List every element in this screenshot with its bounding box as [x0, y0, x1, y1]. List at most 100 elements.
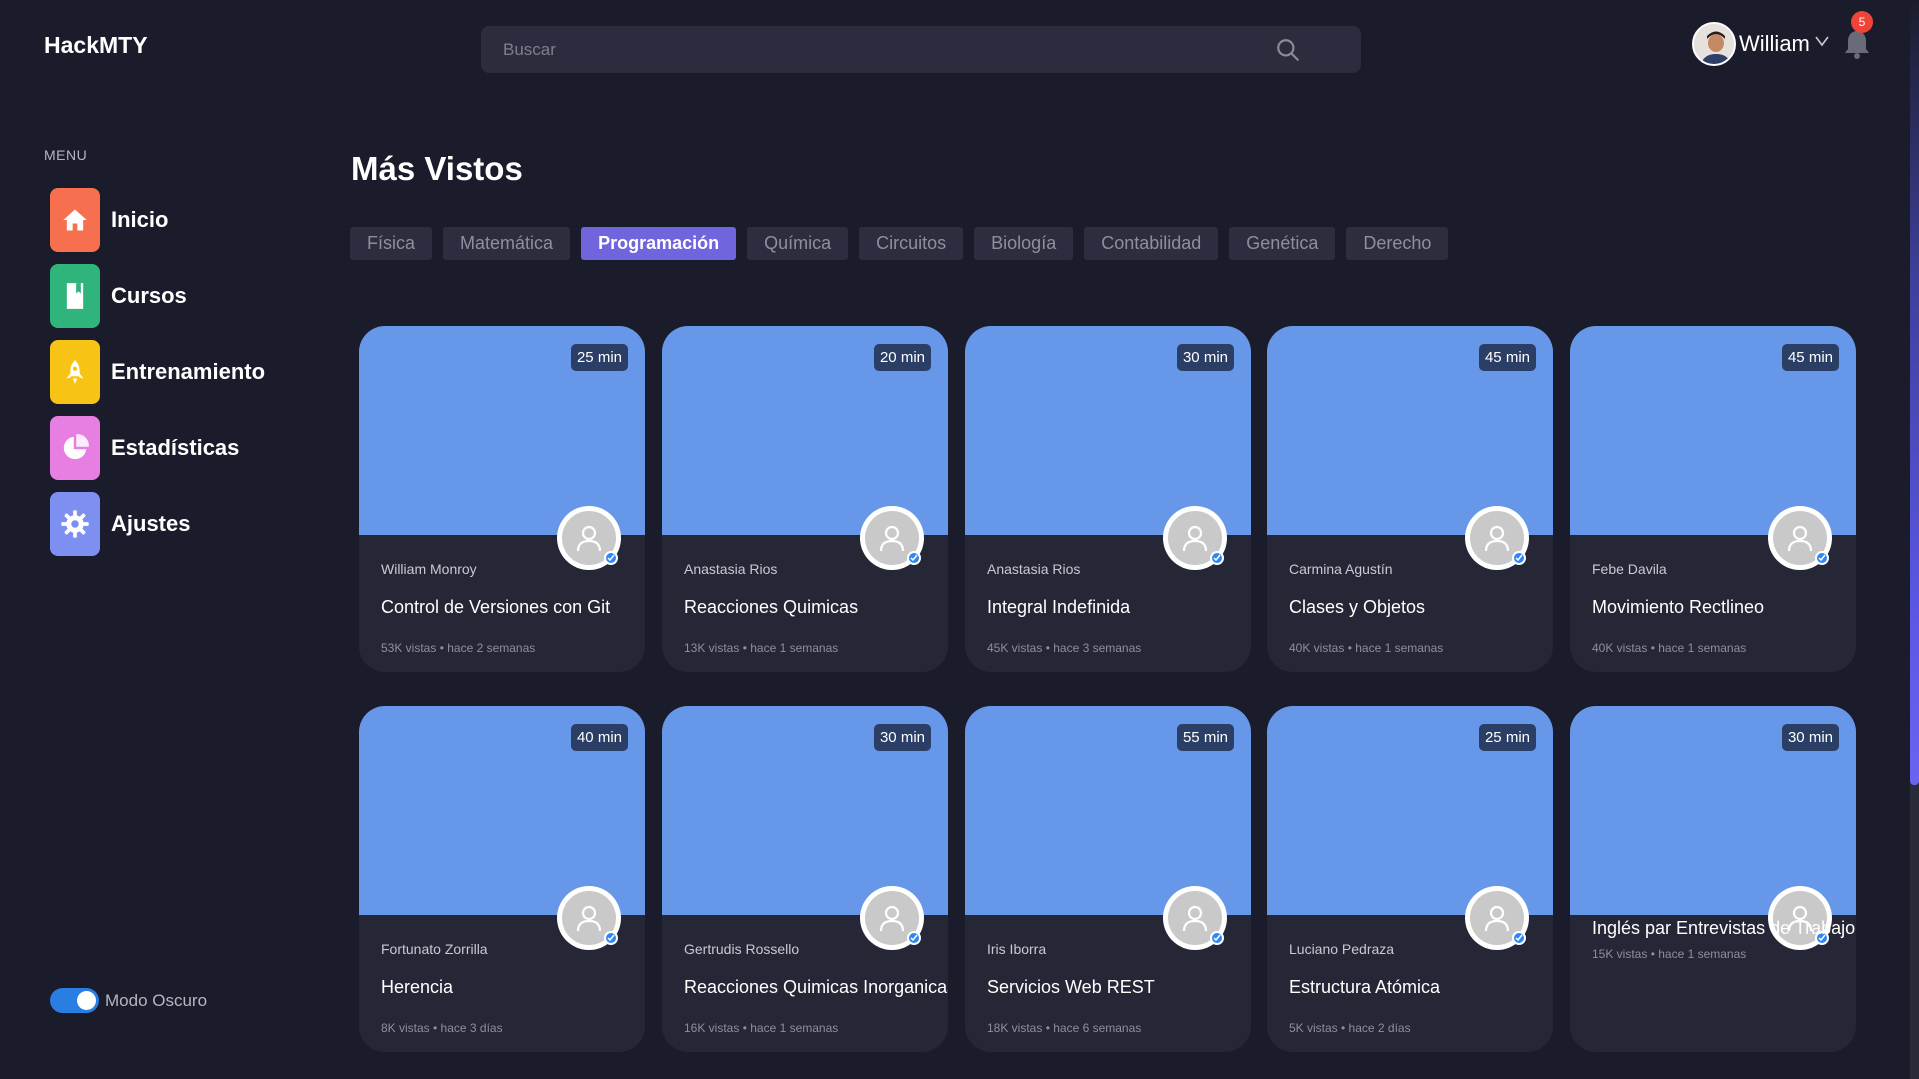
author-name[interactable]: Anastasia Rios — [684, 561, 777, 577]
author-avatar[interactable] — [1768, 506, 1832, 570]
author-avatar[interactable] — [1163, 506, 1227, 570]
user-icon — [576, 905, 602, 932]
course-card[interactable]: 55 min Iris Iborra Servicios Web REST 18K v… — [965, 706, 1251, 1052]
course-title[interactable]: Clases y Objetos — [1289, 597, 1549, 618]
author-avatar[interactable] — [557, 506, 621, 570]
notification-badge[interactable]: 5 — [1851, 11, 1873, 33]
dark-mode-toggle[interactable] — [50, 988, 99, 1013]
course-meta: 8K vistas • hace 3 días — [381, 1021, 503, 1035]
page-title: Más Vistos — [351, 150, 523, 187]
course-meta: 15K vistas • hace 1 semanas — [1592, 947, 1747, 961]
course-card[interactable]: 25 min Luciano Pedraza Estructura Atómica 5… — [1267, 706, 1553, 1052]
course-meta: 45K vistas • hace 3 semanas — [987, 641, 1142, 655]
user-icon — [1484, 905, 1510, 932]
user-icon — [879, 905, 905, 932]
course-meta: 5K vistas • hace 2 días — [1289, 1021, 1411, 1035]
user-icon — [1182, 525, 1208, 552]
course-title[interactable]: Control de Versiones con Git — [381, 597, 641, 618]
category-tabs: Física Matemática Programación Química Circu… — [350, 227, 1459, 260]
duration-badge: 40 min — [570, 724, 628, 751]
book-icon — [50, 264, 100, 328]
course-card[interactable]: 30 min Inglés par Entrevistas de Trabajo 1… — [1570, 706, 1856, 1052]
search-bar[interactable] — [481, 26, 1361, 73]
course-title[interactable]: Movimiento Rectlineo — [1592, 597, 1852, 618]
dark-mode-setting: Modo Oscuro — [50, 988, 207, 1013]
tab-biología[interactable]: Biología — [974, 227, 1074, 260]
author-name[interactable]: Iris Iborra — [987, 941, 1046, 957]
scrollbar-thumb[interactable] — [1910, 0, 1919, 785]
duration-badge: 30 min — [1176, 344, 1234, 371]
tab-química[interactable]: Química — [747, 227, 849, 260]
user-icon — [1182, 905, 1208, 932]
sidebar-item-ajustes[interactable]: Ajustes — [50, 492, 265, 556]
duration-badge: 55 min — [1176, 724, 1234, 751]
course-card[interactable]: 25 min William Monroy Control de Versiones… — [359, 326, 645, 672]
search-icon[interactable] — [1275, 37, 1301, 63]
chevron-down-icon[interactable] — [1814, 35, 1830, 47]
course-title[interactable]: Reacciones Quimicas — [684, 597, 944, 618]
author-name[interactable]: William Monroy — [381, 561, 477, 577]
author-avatar[interactable] — [860, 506, 924, 570]
sidebar-item-inicio[interactable]: Inicio — [50, 188, 265, 252]
course-meta: 40K vistas • hace 1 semanas — [1592, 641, 1747, 655]
course-card[interactable]: 30 min Anastasia Rios Integral Indefinida 4… — [965, 326, 1251, 672]
author-avatar[interactable] — [860, 886, 924, 950]
sidebar-item-cursos[interactable]: Cursos — [50, 264, 265, 328]
author-avatar[interactable] — [1163, 886, 1227, 950]
course-card[interactable]: 40 min Fortunato Zorrilla Herencia 8K vista… — [359, 706, 645, 1052]
verified-icon — [1512, 551, 1526, 565]
user-menu[interactable]: William — [1692, 22, 1872, 66]
tab-contabilidad[interactable]: Contabilidad — [1084, 227, 1219, 260]
duration-badge: 30 min — [873, 724, 931, 751]
author-name[interactable]: Gertrudis Rossello — [684, 941, 799, 957]
sidebar-item-entrenamiento[interactable]: Entrenamiento — [50, 340, 265, 404]
scrollbar[interactable] — [1910, 0, 1919, 1079]
course-title[interactable]: Herencia — [381, 977, 641, 998]
author-name[interactable]: Fortunato Zorrilla — [381, 941, 488, 957]
course-card[interactable]: 20 min Anastasia Rios Reacciones Quimicas 1… — [662, 326, 948, 672]
course-meta: 13K vistas • hace 1 semanas — [684, 641, 839, 655]
dark-mode-label: Modo Oscuro — [105, 990, 208, 1010]
duration-badge: 45 min — [1781, 344, 1839, 371]
home-icon — [50, 188, 100, 252]
author-name[interactable]: Febe Davila — [1592, 561, 1667, 577]
sidebar-item-estadisticas[interactable]: Estadísticas — [50, 416, 265, 480]
duration-badge: 45 min — [1478, 344, 1536, 371]
course-title[interactable]: Estructura Atómica — [1289, 977, 1549, 998]
course-meta: 16K vistas • hace 1 semanas — [684, 1021, 839, 1035]
author-avatar[interactable] — [557, 886, 621, 950]
course-card[interactable]: 30 min Gertrudis Rossello Reacciones Quimi… — [662, 706, 948, 1052]
verified-icon — [604, 931, 618, 945]
course-title[interactable]: Reacciones Quimicas Inorganicas — [684, 977, 948, 998]
author-avatar[interactable] — [1465, 886, 1529, 950]
author-name[interactable]: Carmina Agustín — [1289, 561, 1393, 577]
author-avatar[interactable] — [1465, 506, 1529, 570]
course-card[interactable]: 45 min Febe Davila Movimiento Rectlineo 40K… — [1570, 326, 1856, 672]
user-name[interactable]: William — [1739, 31, 1810, 57]
course-card[interactable]: 45 min Carmina Agustín Clases y Objetos 40K… — [1267, 326, 1553, 672]
duration-badge: 20 min — [873, 344, 931, 371]
course-title[interactable]: Servicios Web REST — [987, 977, 1247, 998]
author-name[interactable]: Luciano Pedraza — [1289, 941, 1394, 957]
user-icon — [576, 525, 602, 552]
course-meta: 40K vistas • hace 1 semanas — [1289, 641, 1444, 655]
tab-genética[interactable]: Genética — [1229, 227, 1336, 260]
tab-derecho[interactable]: Derecho — [1346, 227, 1449, 260]
menu-heading: MENU — [44, 147, 88, 163]
tab-matemática[interactable]: Matemática — [443, 227, 571, 260]
course-title[interactable]: Integral Indefinida — [987, 597, 1247, 618]
verified-icon — [907, 551, 921, 565]
tab-programación[interactable]: Programación — [581, 227, 737, 260]
app-logo[interactable]: HackMTY — [44, 32, 148, 59]
sidebar-item-label: Entrenamiento — [111, 359, 266, 384]
tab-física[interactable]: Física — [350, 227, 433, 260]
course-title[interactable]: Inglés par Entrevistas de Trabajo — [1592, 918, 1855, 939]
sidebar-item-label: Ajustes — [111, 511, 191, 536]
author-name[interactable]: Anastasia Rios — [987, 561, 1080, 577]
tab-circuitos[interactable]: Circuitos — [859, 227, 964, 260]
search-input[interactable] — [503, 39, 1275, 60]
user-avatar[interactable] — [1692, 22, 1736, 66]
sidebar-item-label: Cursos — [111, 283, 187, 308]
duration-badge: 25 min — [1478, 724, 1536, 751]
sidebar-item-label: Estadísticas — [111, 435, 240, 460]
